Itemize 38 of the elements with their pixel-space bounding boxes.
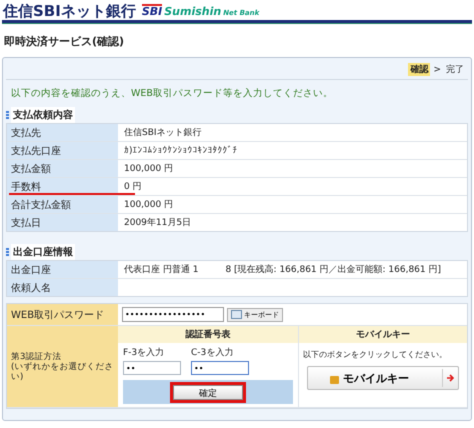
row-value: 2009年11月5日: [124, 216, 192, 229]
confirm-button[interactable]: 確定: [173, 385, 243, 400]
mobile-key-button[interactable]: モバイルキー: [307, 366, 459, 390]
field-label: F-3を入力: [123, 346, 166, 359]
section-title: 支払依頼内容: [11, 107, 75, 123]
row-value: 100,000 円: [124, 163, 174, 175]
bank-name: 住信SBIネット銀行: [3, 3, 136, 19]
row-label: 支払先: [11, 126, 41, 140]
row-value: ｶ)ｴﾝｺﾑｼｮｳｹﾝｼｮｳｺｷﾝﾖﾀｸｸﾞﾁ: [124, 145, 238, 156]
row-value: 100,000 円: [124, 199, 174, 211]
password-label: WEB取引パスワード: [11, 308, 104, 322]
step-label: 完了: [445, 64, 465, 76]
row-label: 合計支払金額: [11, 198, 71, 212]
column-header: 認証番号表: [118, 326, 298, 343]
method-label: 第3認証方法 (いずれかをお選びください): [11, 352, 114, 382]
row-label: 支払金額: [11, 162, 51, 176]
row-label: 支払日: [11, 216, 41, 230]
code-field[interactable]: ••: [191, 361, 249, 375]
page-title: 即時決済サービス(確認): [4, 34, 126, 49]
section-title: 出金口座情報: [11, 244, 75, 260]
row-value: 住信SBIネット銀行: [124, 126, 202, 139]
section-icon: [6, 248, 9, 256]
row-label: 出金口座: [11, 264, 51, 276]
instruction-text: 以下の内容を確認のうえ、WEB取引パスワード等を入力してください。: [10, 87, 334, 101]
row-label: 支払先口座: [11, 144, 61, 158]
row-label: 手数料: [11, 180, 41, 194]
section-icon: [6, 110, 9, 120]
row-value: 代表口座 円普通 1 8 [現在残高: 166,861 円／出金可能額: 166,861 円]: [124, 263, 441, 276]
arrow-icon: [442, 369, 454, 387]
step-separator: >: [433, 64, 441, 74]
column-header: モバイルキー: [299, 326, 467, 343]
row-label: 依頼人名: [11, 282, 51, 294]
code-field[interactable]: ••: [123, 361, 181, 375]
row-value: 0 円: [124, 181, 142, 193]
password-field[interactable]: •••••••••••••••••: [122, 307, 224, 322]
step-label: 確認: [408, 63, 430, 76]
mobile-instruction: 以下のボタンをクリックしてください。: [303, 349, 448, 360]
field-label: C-3を入力: [191, 346, 234, 359]
